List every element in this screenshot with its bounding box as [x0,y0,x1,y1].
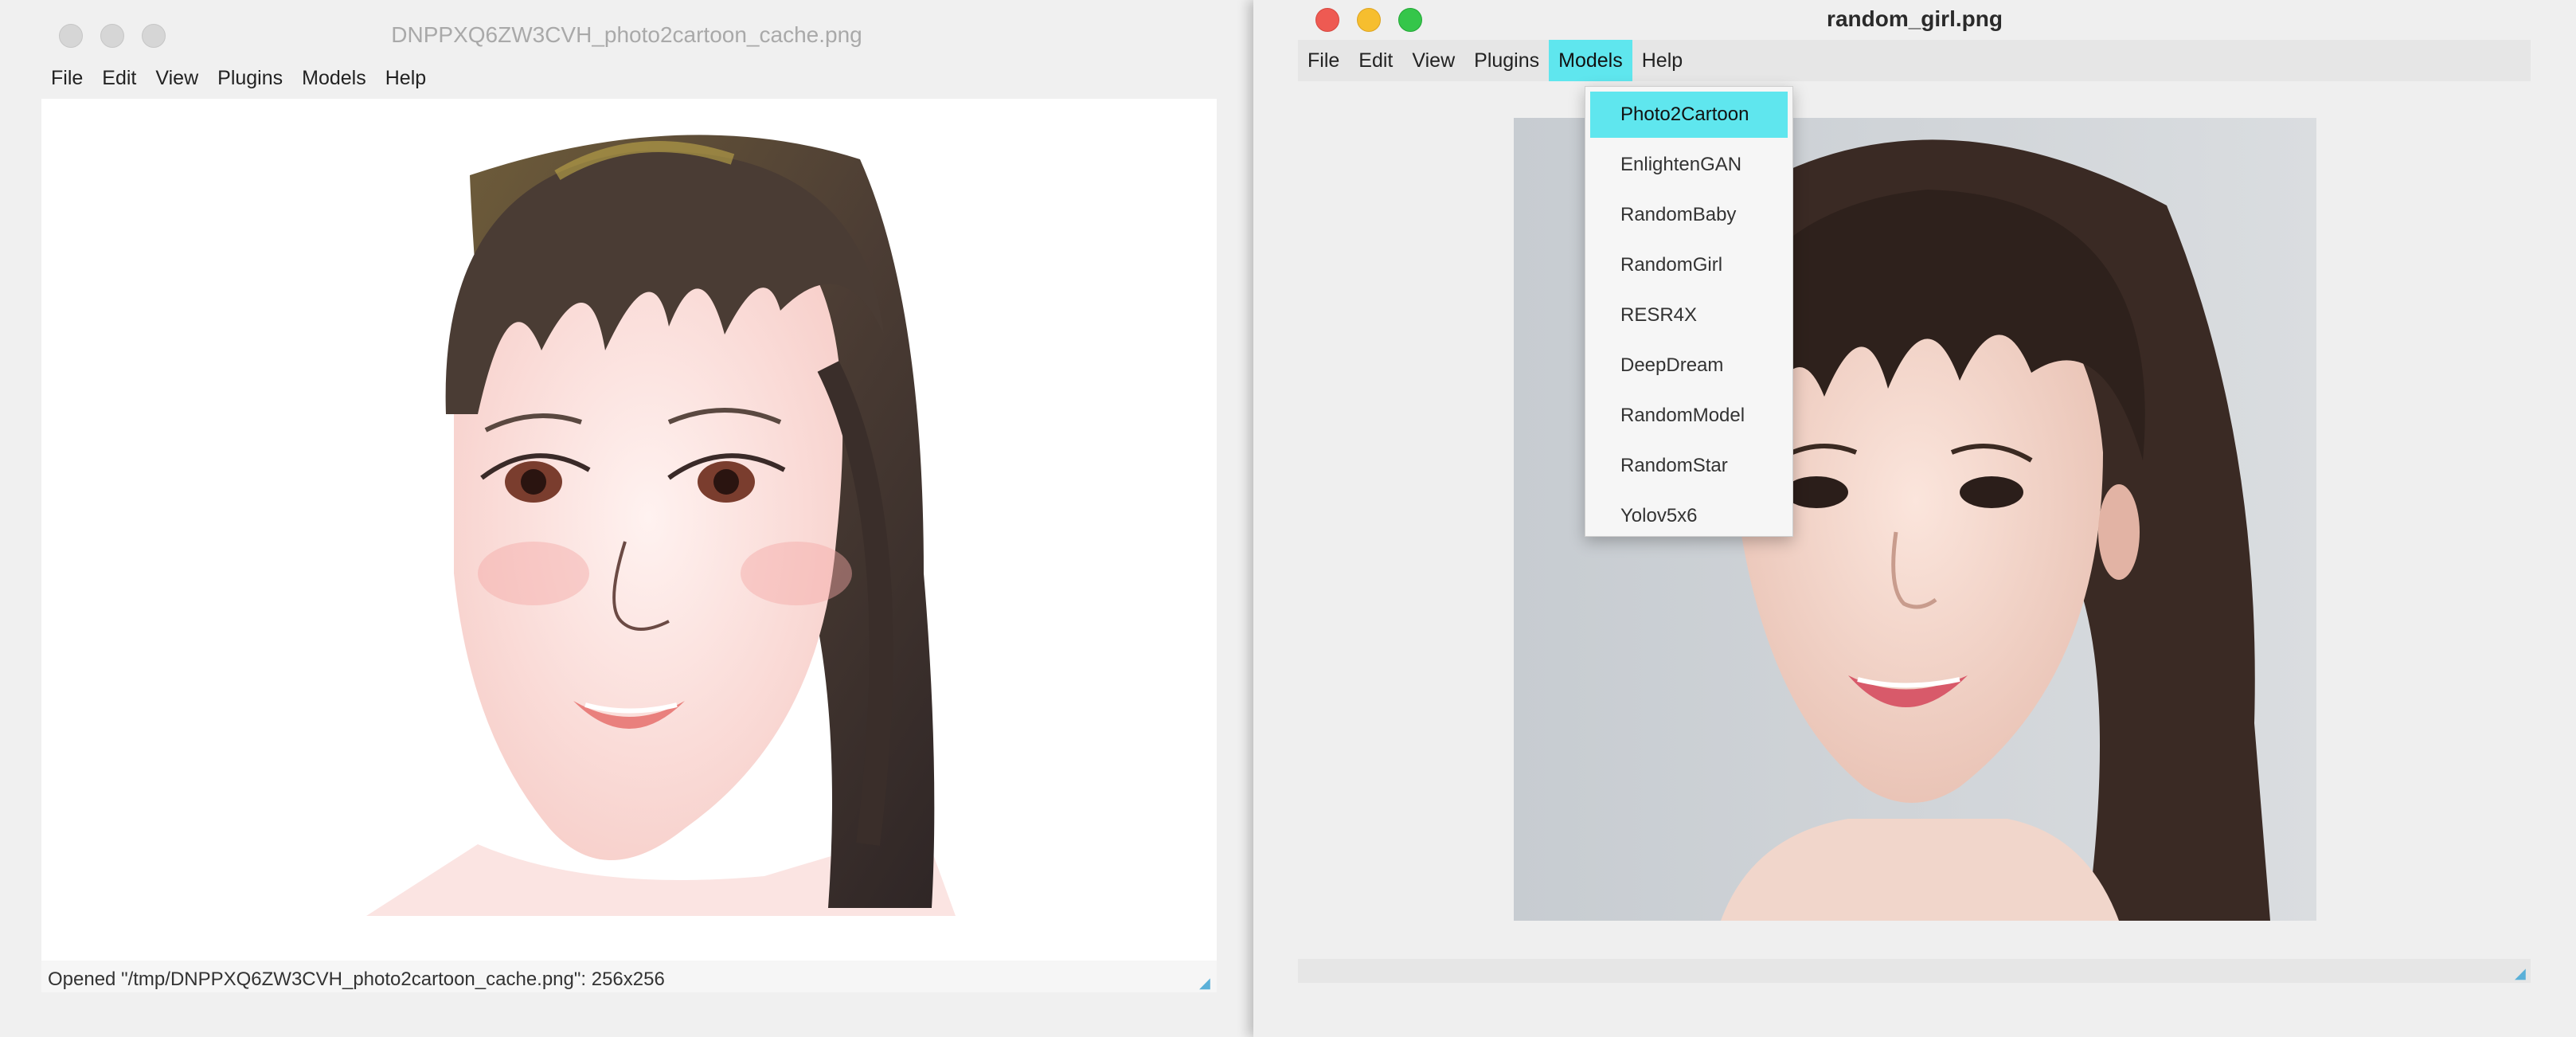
menu-bar: File Edit View Plugins Models Help [1298,40,2531,81]
window-title: random_girl.png [1827,6,2003,31]
resize-grip-icon[interactable]: ◢ [2515,965,2531,981]
menu-item-randombaby[interactable]: RandomBaby [1590,192,1788,238]
menu-models[interactable]: Models [1549,40,1632,81]
menu-item-photo2cartoon[interactable]: Photo2Cartoon [1590,92,1788,138]
models-dropdown: Photo2Cartoon EnlightenGAN RandomBaby Ra… [1585,86,1793,537]
menu-item-resr4x[interactable]: RESR4X [1590,292,1788,338]
resize-grip-icon[interactable]: ◢ [1199,975,1215,991]
window-title: DNPPXQ6ZW3CVH_photo2cartoon_cache.png [391,22,862,47]
left-window: DNPPXQ6ZW3CVH_photo2cartoon_cache.png Fi… [0,0,1253,1037]
menu-models[interactable]: Models [292,57,376,99]
menu-item-randommodel[interactable]: RandomModel [1590,393,1788,439]
status-bar [1298,959,2531,983]
menu-edit[interactable]: Edit [1349,40,1402,81]
menu-item-deepdream[interactable]: DeepDream [1590,342,1788,389]
status-text: Opened "/tmp/DNPPXQ6ZW3CVH_photo2cartoon… [48,969,665,990]
menu-help[interactable]: Help [1632,40,1692,81]
menu-plugins[interactable]: Plugins [208,57,292,99]
menu-file[interactable]: File [1298,40,1349,81]
menu-plugins[interactable]: Plugins [1464,40,1549,81]
menu-item-yolov5x6[interactable]: Yolov5x6 [1590,493,1788,539]
menu-item-randomstar[interactable]: RandomStar [1590,443,1788,489]
cartoon-portrait-image [366,135,956,916]
menu-bar: File Edit View Plugins Models Help [41,57,1212,99]
menu-file[interactable]: File [41,57,92,99]
menu-item-randomgirl[interactable]: RandomGirl [1590,242,1788,288]
menu-edit[interactable]: Edit [92,57,146,99]
menu-help[interactable]: Help [376,57,436,99]
menu-item-enlightengan[interactable]: EnlightenGAN [1590,142,1788,188]
menu-view[interactable]: View [1402,40,1464,81]
menu-view[interactable]: View [146,57,208,99]
